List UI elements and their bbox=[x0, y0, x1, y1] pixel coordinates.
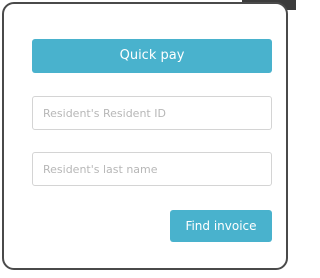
page: Quick pay Find invoice bbox=[0, 0, 296, 278]
resident-id-input[interactable] bbox=[32, 96, 272, 130]
quick-pay-button[interactable]: Quick pay bbox=[32, 39, 272, 73]
find-invoice-button[interactable]: Find invoice bbox=[170, 210, 272, 242]
last-name-input[interactable] bbox=[32, 152, 272, 186]
